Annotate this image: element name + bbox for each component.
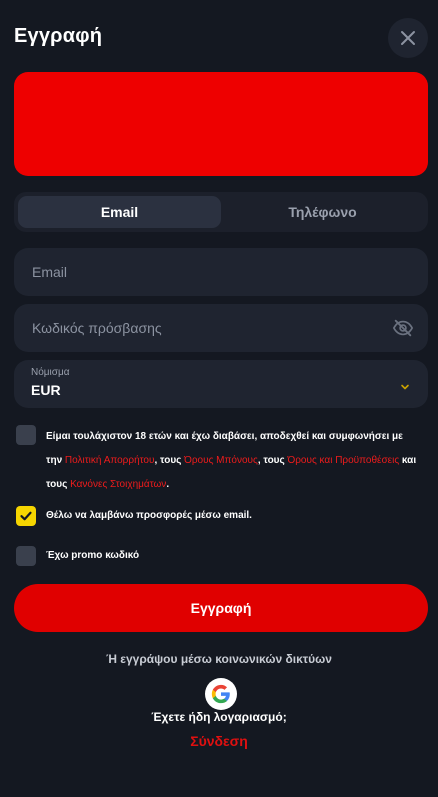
terms-text: Είμαι τουλάχιστον 18 ετών και έχω διαβάσ… bbox=[46, 431, 417, 490]
terms-conditions-link[interactable]: Όρους και Προϋποθέσεις bbox=[287, 455, 399, 466]
close-icon bbox=[401, 31, 415, 45]
login-link[interactable]: Σύνδεση bbox=[0, 733, 438, 749]
betting-rules-link[interactable]: Κανόνες Στοιχημάτων bbox=[70, 479, 166, 490]
have-account-text: Έχετε ήδη λογαριασμό; bbox=[151, 710, 287, 724]
tab-email[interactable]: Email bbox=[18, 196, 221, 228]
terms-consent-row: Είμαι τουλάχιστον 18 ετών και έχω διαβάσ… bbox=[16, 425, 418, 497]
currency-value: EUR bbox=[31, 382, 61, 398]
promo-label: Έχω promo κωδικό bbox=[46, 550, 140, 561]
offers-label: Θέλω να λαμβάνω προσφορές μέσω email. bbox=[46, 510, 252, 521]
google-signup-button[interactable] bbox=[205, 678, 237, 710]
offers-checkbox[interactable] bbox=[16, 506, 36, 526]
eye-off-icon[interactable] bbox=[392, 317, 414, 344]
chevron-down-icon bbox=[400, 379, 410, 397]
currency-label: Νόμισμα bbox=[31, 367, 70, 378]
signup-method-tabs: Email Τηλέφωνο bbox=[14, 192, 428, 232]
checkmark-icon bbox=[20, 511, 32, 521]
bonus-terms-link[interactable]: Όρους Μπόνους bbox=[184, 455, 258, 466]
promo-checkbox[interactable] bbox=[16, 546, 36, 566]
social-signup-label: Ή εγγράψου μέσω κοινωνικών δικτύων bbox=[106, 652, 332, 666]
registration-modal: Εγγραφή Email Τηλέφωνο Νόμισμα EUR bbox=[0, 0, 438, 797]
google-icon bbox=[211, 684, 230, 704]
page-title: Εγγραφή bbox=[14, 25, 103, 47]
promo-code-row: Έχω promo κωδικό bbox=[16, 546, 139, 566]
register-button[interactable]: Εγγραφή bbox=[14, 584, 428, 632]
email-field-wrapper bbox=[14, 248, 428, 296]
email-field[interactable] bbox=[32, 264, 410, 280]
modal-header: Εγγραφή bbox=[14, 14, 428, 60]
privacy-policy-link[interactable]: Πολιτική Απορρήτου bbox=[65, 455, 155, 466]
terms-checkbox[interactable] bbox=[16, 425, 36, 445]
currency-select[interactable]: Νόμισμα EUR bbox=[14, 360, 428, 408]
password-field[interactable] bbox=[32, 320, 410, 336]
close-button[interactable] bbox=[388, 18, 428, 58]
promo-banner bbox=[14, 72, 428, 176]
tab-phone[interactable]: Τηλέφωνο bbox=[221, 196, 424, 228]
password-field-wrapper bbox=[14, 304, 428, 352]
offers-consent-row: Θέλω να λαμβάνω προσφορές μέσω email. bbox=[16, 506, 252, 526]
